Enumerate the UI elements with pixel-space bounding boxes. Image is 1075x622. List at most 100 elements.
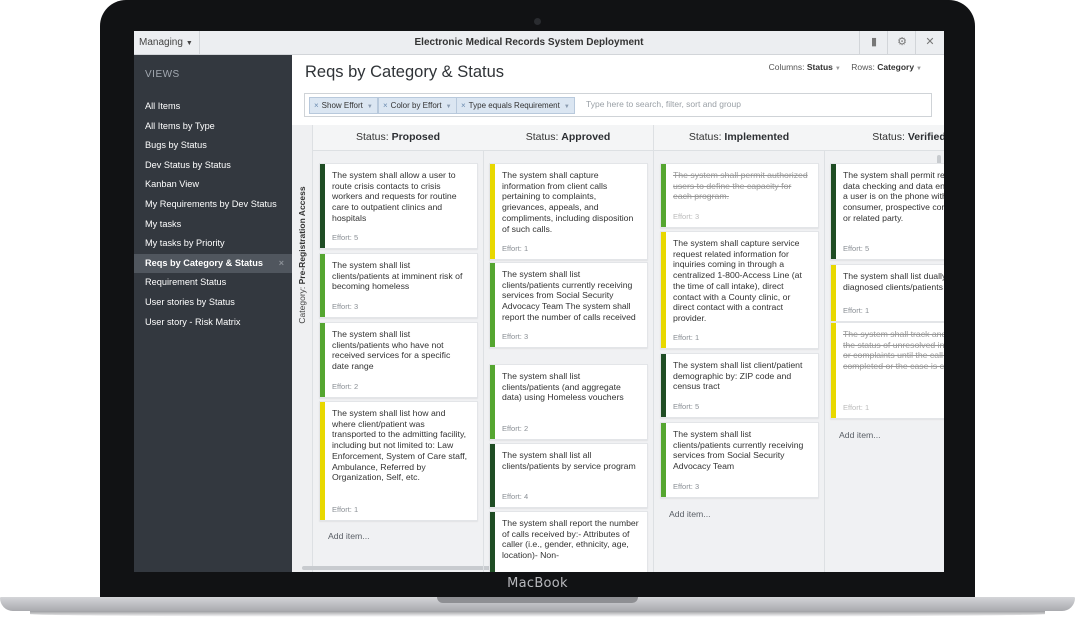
sidebar-item[interactable]: Bugs by Status	[134, 136, 292, 156]
requirement-card[interactable]: The system shall permit authorized users…	[660, 163, 819, 228]
requirement-card[interactable]: The system shall list how and where clie…	[319, 401, 478, 521]
effort-color-bar	[320, 164, 325, 248]
sidebar-item-label: Reqs by Category & Status	[145, 257, 263, 268]
card-text: The system shall capture information fro…	[502, 170, 634, 234]
column-header: Status: Approved	[483, 125, 653, 151]
close-button[interactable]: ✕	[915, 31, 944, 54]
column-header: Status: Proposed	[313, 125, 483, 151]
sidebar-item-label: User story - Risk Matrix	[145, 316, 241, 327]
rows-select[interactable]: Category	[877, 62, 914, 72]
requirement-card[interactable]: The system shall list clients/patients w…	[319, 322, 478, 398]
add-item-link[interactable]: Add item...	[669, 509, 711, 519]
card-text: The system shall capture service request…	[673, 238, 802, 323]
sidebar-item-label: Dev Status by Status	[145, 159, 231, 170]
sidebar-item-label: User stories by Status	[145, 296, 235, 307]
settings-button[interactable]: ⚙	[887, 31, 916, 54]
card-text: The system shall list clients/patients a…	[332, 260, 463, 292]
chevron-down-icon[interactable]: ▼	[564, 104, 570, 110]
chevron-down-icon: ▼	[185, 40, 193, 47]
effort-color-bar	[661, 164, 666, 227]
column-header-prefix: Status:	[525, 131, 559, 143]
sidebar-item[interactable]: My tasks by Priority	[134, 234, 292, 254]
filter-chip[interactable]: × Type equals Requirement ▼	[456, 97, 575, 114]
requirement-card[interactable]: The system shall report the number of ca…	[489, 511, 648, 572]
sidebar-item-label: All Items	[145, 101, 181, 111]
card-effort: Effort: 1	[502, 244, 529, 253]
sidebar-item-label: Bugs by Status	[145, 140, 207, 151]
requirement-card[interactable]: The system shall permit real-time data c…	[830, 163, 944, 260]
managing-label: Managing	[139, 37, 183, 48]
sidebar-item[interactable]: User stories by Status	[134, 293, 292, 313]
filter-input[interactable]: Type here to search, filter, sort and gr…	[586, 99, 741, 109]
requirement-card[interactable]: The system shall list clients/patients c…	[489, 262, 648, 348]
sidebar-item[interactable]: Requirement Status	[134, 273, 292, 293]
column-header-prefix: Status:	[872, 131, 905, 143]
requirement-card[interactable]: The system shall list all clients/patien…	[489, 443, 648, 508]
card-effort: Effort: 1	[843, 306, 870, 315]
card-text: The system shall permit real-time data c…	[843, 170, 944, 223]
effort-color-bar	[490, 512, 495, 572]
close-icon[interactable]: ×	[383, 101, 388, 110]
sidebar-item[interactable]: Dev Status by Status	[134, 156, 292, 176]
requirement-card[interactable]: The system shall list clients/patients (…	[489, 364, 648, 440]
board-column: Status: Implemented The system shall perm…	[654, 125, 825, 572]
close-icon[interactable]: ×	[461, 101, 466, 110]
app-title: Electronic Medical Records System Deploy…	[414, 37, 644, 48]
card-text: The system shall allow a user to route c…	[332, 170, 457, 223]
card-text: The system shall list clients/patients (…	[502, 371, 624, 403]
feedback-button[interactable]: ▮	[859, 31, 888, 54]
column-header: Status: Implemented	[654, 125, 824, 151]
close-icon: ✕	[925, 36, 935, 48]
sidebar-item[interactable]: My Requirements by Dev Status	[134, 195, 292, 215]
chevron-down-icon[interactable]: ▼	[446, 104, 452, 110]
sidebar-item-label: All Items by Type	[145, 120, 215, 131]
requirement-card[interactable]: The system shall list dually diagnosed c…	[830, 264, 944, 322]
requirement-card[interactable]: The system shall list client/patient dem…	[660, 353, 819, 418]
sidebar-item[interactable]: My tasks	[134, 215, 292, 235]
card-effort: Effort: 3	[673, 482, 700, 491]
filter-chip[interactable]: × Color by Effort ▼	[378, 97, 457, 114]
add-item-link[interactable]: Add item...	[839, 430, 881, 440]
sidebar-item[interactable]: Reqs by Category & Status ×	[134, 253, 292, 274]
effort-color-bar	[831, 164, 836, 259]
effort-color-bar	[490, 365, 495, 439]
sidebar-item[interactable]: User story - Risk Matrix	[134, 313, 292, 333]
filter-chip-label: Color by Effort	[390, 101, 442, 110]
card-effort: Effort: 3	[332, 302, 359, 311]
requirement-card[interactable]: The system shall track and monitor the s…	[830, 322, 944, 419]
board-settings: Columns: Status ▼ Rows: Category ▼	[769, 62, 930, 72]
device-label: MacBook	[507, 576, 568, 591]
filter-chip[interactable]: × Show Effort ▼	[309, 97, 378, 114]
close-icon[interactable]: ×	[314, 101, 319, 110]
filter-bar[interactable]: Type here to search, filter, sort and gr…	[304, 93, 932, 117]
sidebar-item[interactable]: All Items	[134, 97, 292, 117]
card-effort: Effort: 5	[673, 402, 700, 411]
columns-select[interactable]: Status	[807, 62, 833, 72]
board-column: Status: Verified The system shall permit …	[824, 125, 944, 572]
requirement-card[interactable]: The system shall capture information fro…	[489, 163, 648, 260]
board: Category: Pre-Registration Access Status…	[292, 125, 944, 572]
feedback-icon: ▮	[870, 36, 878, 48]
card-text: The system shall list client/patient dem…	[673, 360, 803, 392]
column-header-prefix: Status:	[355, 131, 389, 143]
chevron-down-icon: ▼	[916, 66, 922, 72]
sidebar-item-label: Kanban View	[145, 179, 199, 190]
close-icon[interactable]: ×	[279, 254, 284, 274]
requirement-card[interactable]: The system shall capture service request…	[660, 231, 819, 349]
sidebar-item[interactable]: Kanban View	[134, 175, 292, 195]
card-effort: Effort: 2	[332, 382, 359, 391]
page-title: Reqs by Category & Status	[305, 63, 505, 81]
chevron-down-icon[interactable]: ▼	[367, 104, 373, 110]
add-item-link[interactable]: Add item...	[328, 531, 370, 541]
card-effort: Effort: 5	[332, 233, 359, 242]
laptop-shadow	[30, 611, 1045, 617]
row-header: Category: Pre-Registration Access	[292, 125, 313, 572]
chevron-down-icon: ▼	[834, 66, 841, 72]
sidebar-item[interactable]: All Items by Type	[134, 117, 292, 137]
requirement-card[interactable]: The system shall list clients/patients c…	[660, 422, 819, 498]
requirement-card[interactable]: The system shall list clients/patients a…	[319, 253, 478, 318]
card-text: The system shall list dually diagnosed c…	[843, 271, 944, 292]
column-header: Status: Verified	[824, 125, 944, 151]
managing-dropdown[interactable]: Managing ▼	[134, 31, 200, 54]
requirement-card[interactable]: The system shall allow a user to route c…	[319, 163, 478, 249]
